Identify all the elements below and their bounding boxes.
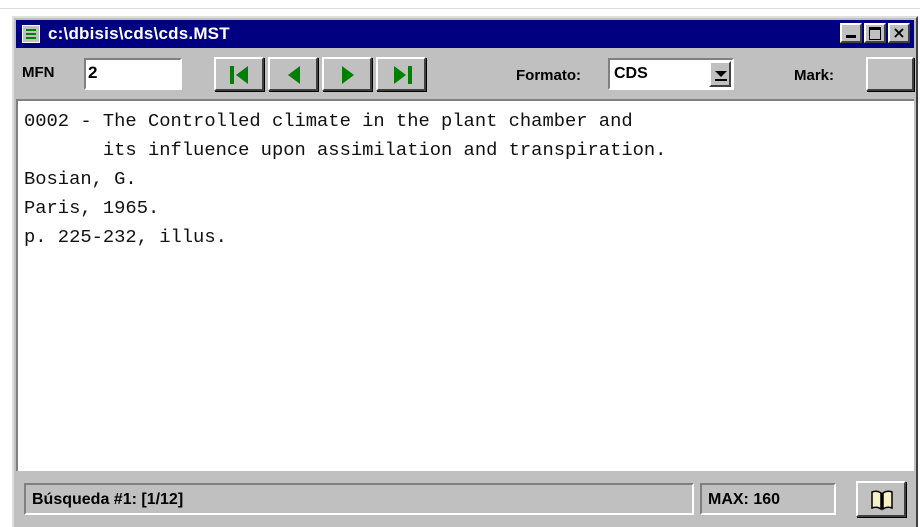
book-button[interactable]	[856, 481, 906, 517]
last-record-icon	[394, 66, 412, 84]
status-bar: Búsqueda #1: [1/12] MAX: 160	[16, 473, 914, 527]
record-line: p. 225-232, illus.	[24, 226, 227, 248]
mark-button[interactable]	[866, 57, 914, 91]
top-divider	[0, 8, 920, 9]
previous-record-icon	[288, 66, 300, 84]
search-status: Búsqueda #1: [1/12]	[24, 483, 694, 515]
maximize-button[interactable]	[864, 23, 886, 43]
mfn-label: MFN	[22, 64, 55, 81]
title-bar[interactable]: c:\dbisis\cds\cds.MST ×	[16, 20, 914, 48]
close-button[interactable]: ×	[888, 23, 910, 43]
minimize-button[interactable]	[840, 23, 862, 43]
previous-record-button[interactable]	[268, 57, 318, 91]
first-record-button[interactable]	[214, 57, 264, 91]
record-display[interactable]: 0002 - The Controlled climate in the pla…	[16, 99, 914, 471]
formato-value: CDS	[614, 65, 648, 82]
formato-label: Formato:	[516, 67, 581, 84]
app-icon[interactable]	[22, 25, 40, 43]
max-records-status: MAX: 160	[700, 483, 836, 515]
record-navigation	[214, 57, 426, 91]
toolbar: MFN 2 Formato: CDS Mark:	[16, 49, 914, 99]
first-record-icon	[230, 66, 248, 84]
record-line: Bosian, G.	[24, 168, 137, 190]
mfn-input[interactable]: 2	[84, 58, 182, 90]
record-line: Paris, 1965.	[24, 197, 160, 219]
next-record-icon	[342, 66, 354, 84]
next-record-button[interactable]	[322, 57, 372, 91]
record-line: its influence upon assimilation and tran…	[24, 139, 667, 161]
window-controls: ×	[840, 23, 910, 43]
last-record-button[interactable]	[376, 57, 426, 91]
formato-select[interactable]: CDS	[608, 58, 734, 90]
record-line: 0002 - The Controlled climate in the pla…	[24, 110, 633, 132]
dropdown-arrow-icon[interactable]	[709, 61, 731, 87]
record-window: c:\dbisis\cds\cds.MST × MFN 2 Formato: C…	[12, 16, 918, 527]
book-icon	[871, 490, 893, 511]
window-title: c:\dbisis\cds\cds.MST	[48, 24, 230, 43]
mark-label: Mark:	[794, 67, 835, 84]
